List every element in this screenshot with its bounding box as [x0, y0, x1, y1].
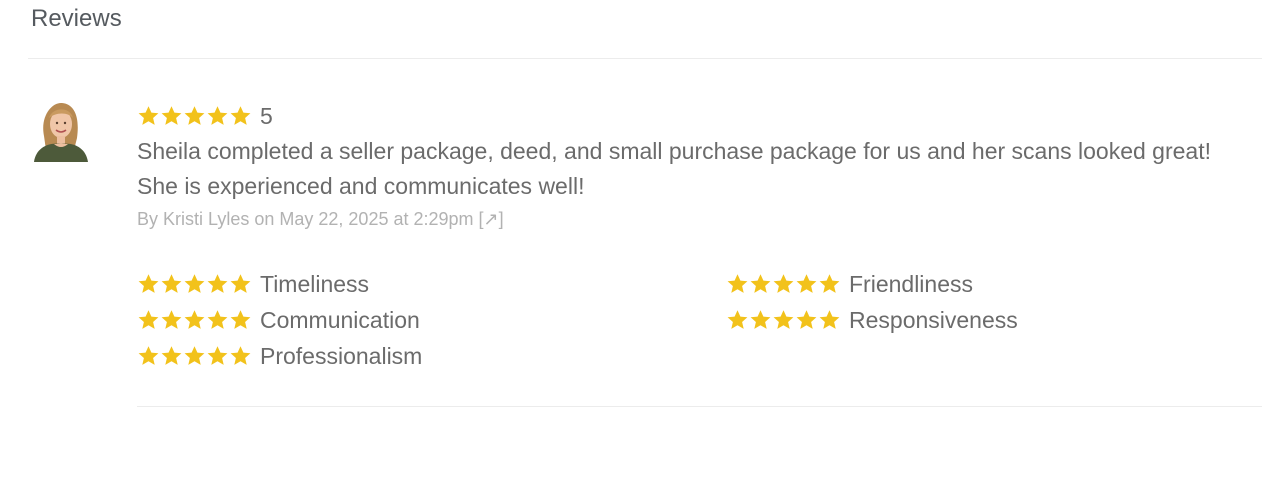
star-icon [726, 309, 749, 331]
star-icon [206, 273, 229, 295]
category-label: Communication [260, 306, 420, 333]
star-icon [206, 345, 229, 367]
star-icon [183, 345, 206, 367]
star-icon [818, 309, 841, 331]
category-label: Timeliness [260, 270, 370, 297]
review-date: May 22, 2025 at 2:29pm [279, 209, 474, 229]
divider [137, 406, 1262, 407]
category-label: Responsiveness [849, 306, 1018, 333]
star-icon [137, 273, 160, 295]
review-meta: By Kristi Lyles on May 22, 2025 at 2:29p… [137, 206, 1237, 232]
star-icon [183, 273, 206, 295]
category-communication: Communication [137, 304, 420, 336]
star-icon [137, 309, 160, 331]
star-icon [183, 309, 206, 331]
category-friendliness: Friendliness [726, 268, 973, 300]
star-icon [229, 105, 252, 127]
star-icon [160, 345, 183, 367]
review-author: By Kristi Lyles on [137, 209, 280, 229]
star-icon [160, 105, 183, 127]
star-icon [229, 345, 252, 367]
star-icon [795, 273, 818, 295]
star-icon [137, 345, 160, 367]
star-icon [749, 273, 772, 295]
rating-value: 5 [260, 103, 273, 129]
star-icon [160, 273, 183, 295]
review-text: Sheila completed a seller package, deed,… [137, 138, 1211, 199]
star-icon [206, 309, 229, 331]
star-icon [137, 105, 160, 127]
star-icon [749, 309, 772, 331]
category-professionalism: Professionalism [137, 340, 422, 372]
category-responsiveness: Responsiveness [726, 304, 1018, 336]
star-rating [726, 309, 841, 331]
external-link-icon[interactable]: [↗] [479, 209, 504, 229]
star-rating [137, 105, 252, 127]
star-icon [772, 273, 795, 295]
star-icon [229, 309, 252, 331]
star-icon [229, 273, 252, 295]
star-icon [795, 309, 818, 331]
divider [28, 58, 1262, 59]
category-label: Professionalism [260, 342, 423, 369]
star-rating [137, 273, 252, 295]
review: 5 Sheila completed a seller package, dee… [137, 100, 1237, 232]
avatar [30, 98, 90, 162]
overall-rating: 5 [137, 100, 1237, 132]
star-rating [137, 309, 252, 331]
category-timeliness: Timeliness [137, 268, 369, 300]
category-label: Friendliness [849, 270, 973, 297]
star-rating [726, 273, 841, 295]
star-icon [206, 105, 229, 127]
star-icon [772, 309, 795, 331]
star-rating [137, 345, 252, 367]
star-icon [726, 273, 749, 295]
star-icon [160, 309, 183, 331]
star-icon [818, 273, 841, 295]
star-icon [183, 105, 206, 127]
section-title: Reviews [31, 5, 122, 32]
